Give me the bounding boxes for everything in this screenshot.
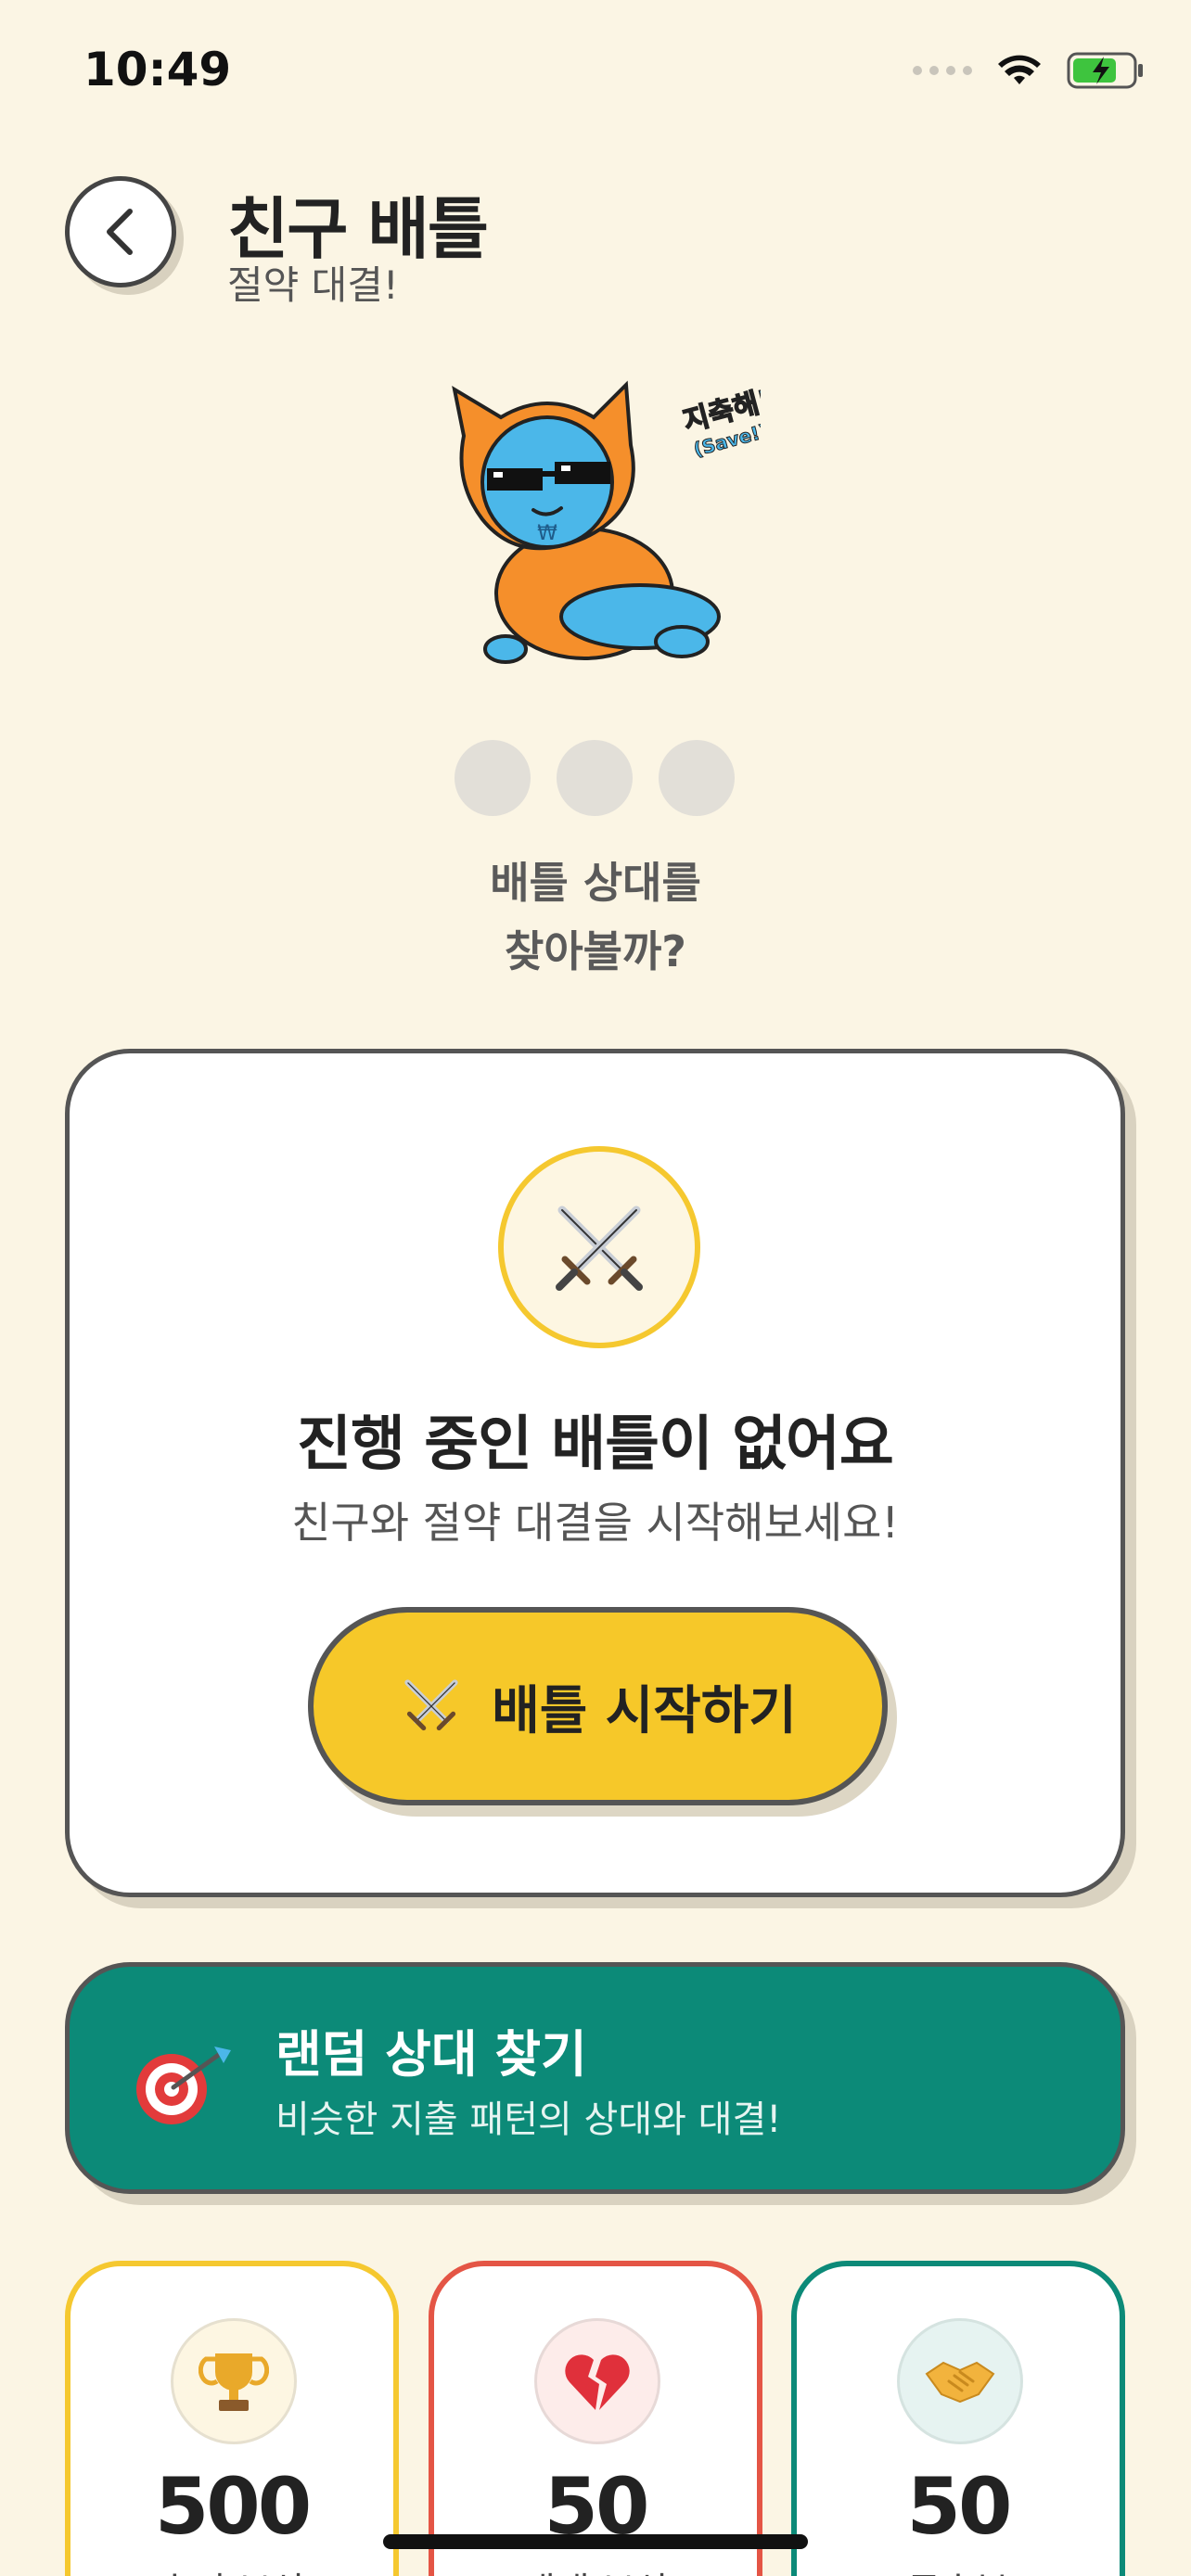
- target-dart-icon: [136, 2047, 231, 2124]
- chevron-left-icon: [107, 209, 133, 255]
- handshake-icon: [897, 2318, 1023, 2444]
- draw-reward-card: 50 무승부: [791, 2261, 1125, 2576]
- empty-state-description: 친구와 절약 대결을 시작해보세요!: [291, 1498, 899, 1548]
- empty-state-title: 진행 중인 배틀이 없어요: [297, 1410, 894, 1479]
- placeholder-dot: [557, 740, 633, 816]
- random-match-card[interactable]: 랜덤 상대 찾기 비슷한 지출 패턴의 상대와 대결!: [65, 1962, 1125, 2194]
- prompt-line-2: 찾아볼까?: [505, 926, 686, 976]
- page-subtitle: 절약 대결!: [227, 262, 399, 308]
- opponent-placeholder-dots: [455, 740, 735, 816]
- back-button[interactable]: [65, 176, 176, 287]
- lose-reward-card: 50 패배 보상: [429, 2261, 762, 2576]
- cat-mascot-illustration: ₩ 지축해! (Save!): [452, 380, 761, 664]
- crossed-swords-icon: [404, 1679, 458, 1731]
- placeholder-dot: [659, 740, 735, 816]
- empty-battle-card: 진행 중인 배틀이 없어요 친구와 절약 대결을 시작해보세요! 배틀 시작하기: [65, 1049, 1125, 1897]
- trophy-icon: [171, 2318, 297, 2444]
- page-header: 친구 배틀 절약 대결!: [65, 174, 1122, 313]
- signal-icon: [913, 66, 972, 75]
- broken-heart-icon: [534, 2318, 660, 2444]
- random-match-title: 랜덤 상대 찾기: [275, 2025, 587, 2084]
- svg-text:₩: ₩: [537, 522, 557, 545]
- placeholder-dot: [455, 740, 531, 816]
- draw-reward-value: 50: [906, 2461, 1013, 2552]
- crossed-swords-icon: [556, 1205, 643, 1291]
- start-battle-label: 배틀 시작하기: [492, 1680, 797, 1741]
- wifi-icon: [998, 55, 1041, 84]
- prompt-line-1: 배틀 상대를: [490, 858, 701, 908]
- draw-reward-label: 무승부: [797, 2561, 1120, 2576]
- start-battle-button[interactable]: 배틀 시작하기: [308, 1607, 888, 1805]
- home-indicator[interactable]: [383, 2534, 808, 2549]
- lose-reward-label: 패배 보상: [434, 2561, 757, 2576]
- status-bar: 10:49: [0, 0, 1191, 148]
- crossed-swords-badge: [498, 1146, 700, 1348]
- win-reward-value: 500: [154, 2461, 312, 2552]
- status-time: 10:49: [83, 43, 232, 96]
- random-match-description: 비슷한 지출 패턴의 상대와 대결!: [275, 2098, 782, 2141]
- win-reward-card: 500 승리 보상: [65, 2261, 399, 2576]
- find-opponent-prompt: 배틀 상대를 찾아볼까?: [0, 848, 1191, 986]
- battery-charging-icon: [1067, 52, 1143, 89]
- win-reward-label: 승리 보상: [70, 2561, 393, 2576]
- status-icons: [913, 52, 1145, 89]
